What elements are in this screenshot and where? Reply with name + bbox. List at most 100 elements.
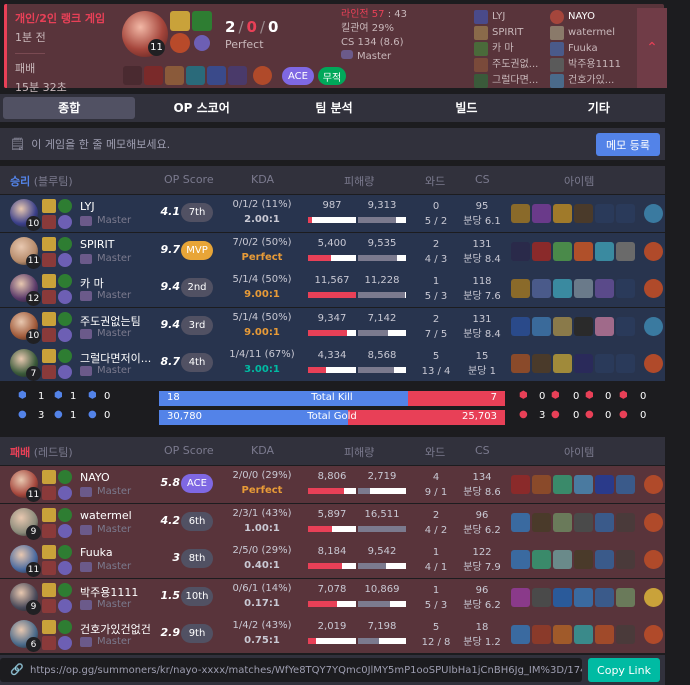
smite-spell-icon[interactable] (192, 11, 212, 31)
secondary-rune-icon[interactable] (58, 215, 72, 229)
secondary-rune-icon[interactable] (58, 327, 72, 342)
team-member-name[interactable]: LYJ (492, 9, 546, 25)
primary-rune-icon[interactable] (58, 199, 72, 213)
memo-input[interactable]: 이 게임을 한 줄 메모해보세요. (31, 136, 170, 152)
item-icon[interactable] (553, 587, 572, 607)
summoner-spell-icon[interactable] (42, 327, 56, 342)
item-icon[interactable] (574, 550, 593, 569)
player-row[interactable]: 9 박주용1111 Master 1.5 10th 0/6/1 (14%) 0.17:1 7,… (0, 578, 665, 616)
item-icon[interactable] (595, 587, 614, 607)
item-icon[interactable] (511, 512, 530, 532)
trinket-icon[interactable] (644, 625, 663, 644)
item-icon[interactable] (511, 279, 530, 298)
player-name[interactable]: Fuuka (80, 546, 155, 559)
item-icon[interactable] (532, 316, 551, 336)
primary-rune-icon[interactable] (58, 545, 72, 559)
player-name[interactable]: 박주용1111 (80, 584, 155, 600)
team-member[interactable]: 주도권없... (474, 57, 546, 73)
player-row[interactable]: 11 NAYO Master 5.8 ACE 2/0/0 (29%) Perfect 8,80… (0, 466, 665, 503)
secondary-rune-icon[interactable] (58, 523, 72, 538)
item-icon[interactable] (511, 241, 530, 261)
summoner-spell-icon[interactable] (42, 523, 56, 538)
item-icon[interactable] (574, 241, 593, 261)
summoner-spell-icon[interactable] (42, 274, 56, 288)
player-row[interactable]: 11 SPIRIT Master 9.7 MVP 7/0/2 (50%) Perfect 5,… (0, 232, 665, 270)
summoner-spell-icon[interactable] (42, 252, 56, 267)
team-member-name[interactable]: Fuuka (568, 41, 622, 57)
tab-build[interactable]: 빌드 (400, 97, 532, 119)
team-member[interactable]: 카 마 (474, 41, 546, 57)
item-icon[interactable] (532, 204, 551, 223)
team-member-name[interactable]: 카 마 (492, 41, 546, 57)
primary-rune-icon[interactable] (58, 620, 72, 634)
item-icon[interactable] (595, 512, 614, 532)
item-icon[interactable] (595, 279, 614, 298)
item-icon[interactable] (553, 354, 572, 373)
tab-etc[interactable]: 기타 (533, 97, 665, 119)
team-member-name[interactable]: 그럴다면... (492, 73, 546, 89)
team-member-name[interactable]: 박주용1111 (568, 57, 622, 73)
team-member-name[interactable]: NAYO (568, 9, 622, 25)
primary-rune-icon[interactable] (58, 311, 72, 326)
player-row[interactable]: 6 건호가있건없건 Master 2.9 9th 1/4/2 (43%) 0.75:1 2,0… (0, 616, 665, 653)
tab-team-analysis[interactable]: 팀 분석 (268, 97, 400, 119)
team-member[interactable]: SPIRIT (474, 25, 546, 41)
item-icon[interactable] (616, 512, 635, 532)
trinket-icon[interactable] (253, 66, 272, 85)
player-name[interactable]: 카 마 (80, 275, 155, 291)
player-name[interactable]: SPIRIT (80, 238, 155, 251)
expand-button[interactable]: ⌃ (637, 8, 667, 88)
item-icon[interactable] (595, 354, 614, 373)
trinket-icon[interactable] (644, 550, 663, 569)
player-row[interactable]: 9 watermel Master 4.2 6th 2/3/1 (43%) 1.00:1 5,… (0, 503, 665, 541)
team-member-name[interactable]: watermel (568, 25, 622, 41)
item-icon[interactable] (616, 241, 635, 261)
trinket-icon[interactable] (644, 475, 663, 494)
item-icon[interactable] (574, 475, 593, 494)
item-icon[interactable] (595, 316, 614, 336)
item-icon[interactable] (595, 204, 614, 223)
tab-op-score[interactable]: OP 스코어 (135, 97, 267, 119)
item-icon[interactable] (532, 279, 551, 298)
secondary-rune-icon[interactable] (194, 35, 210, 51)
item-icon[interactable] (532, 550, 551, 569)
primary-rune-icon[interactable] (58, 507, 72, 522)
item-icon[interactable] (595, 475, 614, 494)
item-icon[interactable] (511, 204, 530, 223)
item-icon[interactable] (553, 316, 572, 336)
copy-link-button[interactable]: Copy Link (588, 658, 660, 682)
item-icon[interactable] (595, 550, 614, 569)
item-icon[interactable] (574, 279, 593, 298)
summoner-spell-icon[interactable] (42, 311, 56, 326)
player-row[interactable]: 12 카 마 Master 9.4 2nd 5/1/4 (50%) 9.00:1 11,567… (0, 270, 665, 307)
flash-spell-icon[interactable] (170, 11, 190, 31)
secondary-rune-icon[interactable] (58, 252, 72, 267)
team-member[interactable]: Fuuka (550, 41, 622, 57)
item-icon[interactable] (532, 475, 551, 494)
player-name[interactable]: 그럴다면저이... (80, 350, 155, 366)
secondary-rune-icon[interactable] (58, 598, 72, 613)
team-member[interactable]: LYJ (474, 9, 546, 25)
item-icon[interactable] (553, 512, 572, 532)
summoner-spell-icon[interactable] (42, 582, 56, 597)
item-icon[interactable] (532, 241, 551, 261)
item-icon[interactable] (574, 512, 593, 532)
item-icon[interactable] (616, 204, 635, 223)
summoner-spell-icon[interactable] (42, 598, 56, 613)
team-member-name[interactable]: SPIRIT (492, 25, 546, 41)
item-icon[interactable] (532, 625, 551, 644)
team-member[interactable]: 박주용1111 (550, 57, 622, 73)
primary-rune-icon[interactable] (170, 33, 190, 53)
item-icon[interactable] (165, 66, 184, 85)
summoner-spell-icon[interactable] (42, 365, 56, 379)
player-name[interactable]: 건호가있건없건 (80, 621, 155, 637)
item-icon[interactable] (616, 475, 635, 494)
item-icon[interactable] (144, 66, 163, 85)
summoner-spell-icon[interactable] (42, 561, 56, 575)
summoner-spell-icon[interactable] (42, 470, 56, 484)
summoner-spell-icon[interactable] (42, 215, 56, 229)
item-icon[interactable] (511, 354, 530, 373)
item-icon[interactable] (574, 587, 593, 607)
item-icon[interactable] (616, 550, 635, 569)
summoner-spell-icon[interactable] (42, 620, 56, 634)
